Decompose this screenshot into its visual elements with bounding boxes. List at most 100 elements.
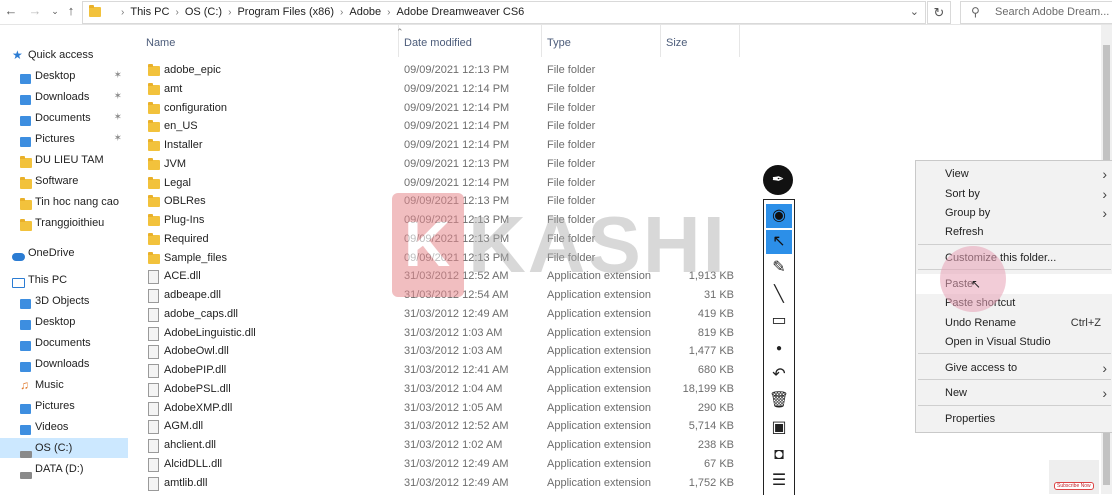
breadcrumb-item[interactable]: Adobe: [349, 6, 381, 18]
eraser-tool-icon[interactable]: ▭: [766, 309, 792, 333]
breadcrumb-item[interactable]: Program Files (x86): [237, 6, 334, 18]
file-date: 09/09/2021 12:14 PM: [404, 176, 510, 189]
subscribe-badge[interactable]: Subscribe Now: [1054, 482, 1094, 490]
breadcrumb-separator-icon[interactable]: ›: [340, 7, 343, 18]
column-header-label: Size: [666, 37, 688, 49]
sidebar-item[interactable]: DATA (D:): [0, 459, 128, 479]
breadcrumb-separator-icon[interactable]: ›: [228, 7, 231, 18]
file-type: Application extension: [547, 382, 651, 395]
sidebar-item-label: OS (C:): [35, 442, 73, 454]
clipboard-tool-icon[interactable]: ☰: [766, 469, 792, 493]
sidebar-item[interactable]: Videos: [0, 417, 128, 437]
file-row[interactable]: amt 09/09/2021 12:14 PM File folder: [130, 80, 1112, 99]
menu-item[interactable]: Refresh: [916, 222, 1112, 242]
file-type: Application extension: [547, 307, 651, 320]
menu-item[interactable]: View ›: [916, 164, 1112, 184]
file-row[interactable]: Installer 09/09/2021 12:14 PM File folder: [130, 136, 1112, 155]
menu-item[interactable]: Undo Rename Ctrl+Z: [916, 313, 1112, 333]
folder-icon: [148, 101, 160, 114]
select-tool-icon[interactable]: ↖: [766, 230, 792, 254]
file-row[interactable]: configuration 09/09/2021 12:14 PM File fol…: [130, 99, 1112, 118]
pin-icon[interactable]: ✶: [114, 108, 122, 128]
menu-separator: [918, 244, 1111, 245]
menu-item[interactable]: Sort by ›: [916, 184, 1112, 204]
view-tool-icon[interactable]: ◉: [766, 204, 792, 228]
file-row[interactable]: AlcidDLL.dll 31/03/2012 12:49 AM Applicati…: [130, 455, 1112, 474]
folder-icon: [148, 157, 160, 170]
folder-icon: [148, 214, 160, 226]
menu-item[interactable]: Give access to ›: [916, 358, 1112, 378]
column-header-size[interactable]: Size: [661, 25, 740, 57]
sidebar-item[interactable]: Pictures ✶: [0, 129, 128, 149]
file-date: 31/03/2012 12:49 AM: [404, 307, 509, 320]
sidebar-item[interactable]: Downloads ✶: [0, 87, 128, 107]
pen-tool-icon[interactable]: ✒: [763, 165, 793, 195]
breadcrumb-separator-icon[interactable]: ›: [175, 7, 178, 18]
sidebar-item[interactable]: 3D Objects: [0, 291, 128, 311]
back-arrow-icon[interactable]: ←: [2, 2, 20, 20]
highlighter-tool-icon[interactable]: ✎: [766, 256, 792, 280]
breadcrumb-separator-icon[interactable]: ›: [121, 7, 124, 18]
refresh-button[interactable]: ↻: [927, 1, 951, 24]
dll-file-icon: [148, 457, 159, 472]
pin-icon[interactable]: ✶: [114, 129, 122, 149]
file-size: 5,714 KB: [688, 420, 734, 433]
menu-item[interactable]: Properties: [916, 409, 1112, 429]
sidebar-item[interactable]: Desktop ✶: [0, 66, 128, 86]
mouse-cursor-icon: ↖: [971, 277, 982, 291]
camera-tool-icon[interactable]: ◘: [766, 443, 792, 467]
column-header-date[interactable]: Date modified: [399, 25, 542, 57]
breadcrumb-item[interactable]: OS (C:): [185, 6, 222, 18]
menu-item[interactable]: New ›: [916, 383, 1112, 403]
column-header-label: Name: [146, 37, 176, 49]
address-bar[interactable]: › This PC › OS (C:) › Program Files (x86) › Ado…: [82, 1, 926, 24]
sidebar-item[interactable]: OneDrive: [0, 243, 128, 263]
file-row[interactable]: adobe_epic 09/09/2021 12:13 PM File folder: [130, 61, 1112, 80]
search-box[interactable]: ⚲ Search Adobe Dream...: [960, 1, 1112, 24]
sidebar-item-label: Tranggioithieu: [35, 217, 105, 229]
breadcrumb-separator-icon[interactable]: ›: [387, 7, 390, 18]
file-row[interactable]: en_US 09/09/2021 12:14 PM File folder: [130, 117, 1112, 136]
file-row[interactable]: ahclient.dll 31/03/2012 1:02 AM Applicatio…: [130, 436, 1112, 455]
sidebar-item[interactable]: Documents: [0, 333, 128, 353]
chevron-down-icon[interactable]: ⌄: [910, 2, 919, 23]
sidebar-item[interactable]: OS (C:): [0, 438, 128, 458]
delete-tool-icon[interactable]: 🗑: [766, 389, 792, 413]
file-name: AdobeXMP.dll: [164, 401, 233, 414]
sidebar-item[interactable]: Tin hoc nang cao: [0, 192, 128, 212]
sidebar-item[interactable]: ♫ Music: [0, 375, 128, 395]
menu-item[interactable]: Group by ›: [916, 203, 1112, 223]
pin-icon[interactable]: ✶: [114, 66, 122, 86]
file-row[interactable]: amtlib.dll 31/03/2012 12:49 AM Application…: [130, 474, 1112, 493]
sidebar-item[interactable]: DU LIEU TAM: [0, 150, 128, 170]
pin-icon[interactable]: ✶: [114, 87, 122, 107]
submenu-chevron-icon: ›: [1102, 205, 1107, 221]
undo-tool-icon[interactable]: ↶: [766, 363, 792, 387]
sidebar-item-label: DATA (D:): [35, 463, 84, 475]
file-type: File folder: [547, 101, 596, 114]
forward-arrow-icon[interactable]: →: [26, 2, 44, 20]
sidebar-item[interactable]: Downloads: [0, 354, 128, 374]
dot-tool-icon[interactable]: ●: [766, 337, 792, 361]
sidebar-item[interactable]: Pictures: [0, 396, 128, 416]
sidebar-item[interactable]: Software: [0, 171, 128, 191]
dll-file-icon: [148, 364, 159, 378]
sidebar-item[interactable]: Desktop: [0, 312, 128, 332]
navigation-pane: ★ Quick access Desktop ✶ Downloads ✶ Documents…: [0, 25, 128, 494]
presentation-tool-icon[interactable]: ▣: [766, 416, 792, 440]
breadcrumb-item[interactable]: This PC: [130, 6, 169, 18]
sidebar-item-label: Tin hoc nang cao: [35, 196, 119, 208]
column-header-type[interactable]: Type: [542, 25, 661, 57]
sidebar-item[interactable]: This PC: [0, 270, 128, 290]
menu-item[interactable]: Open in Visual Studio: [916, 332, 1112, 352]
sidebar-item[interactable]: Documents ✶: [0, 108, 128, 128]
dll-file-icon: [148, 439, 159, 453]
line-tool-icon[interactable]: ╲: [766, 283, 792, 307]
file-name: amtlib.dll: [164, 476, 208, 489]
sidebar-item[interactable]: Tranggioithieu: [0, 213, 128, 233]
column-header-name[interactable]: Name: [130, 25, 399, 57]
sidebar-item[interactable]: ★ Quick access: [0, 45, 128, 65]
up-arrow-icon[interactable]: ↑: [62, 2, 80, 20]
file-type: File folder: [547, 64, 596, 76]
breadcrumb-item[interactable]: Adobe Dreamweaver CS6: [397, 6, 525, 18]
